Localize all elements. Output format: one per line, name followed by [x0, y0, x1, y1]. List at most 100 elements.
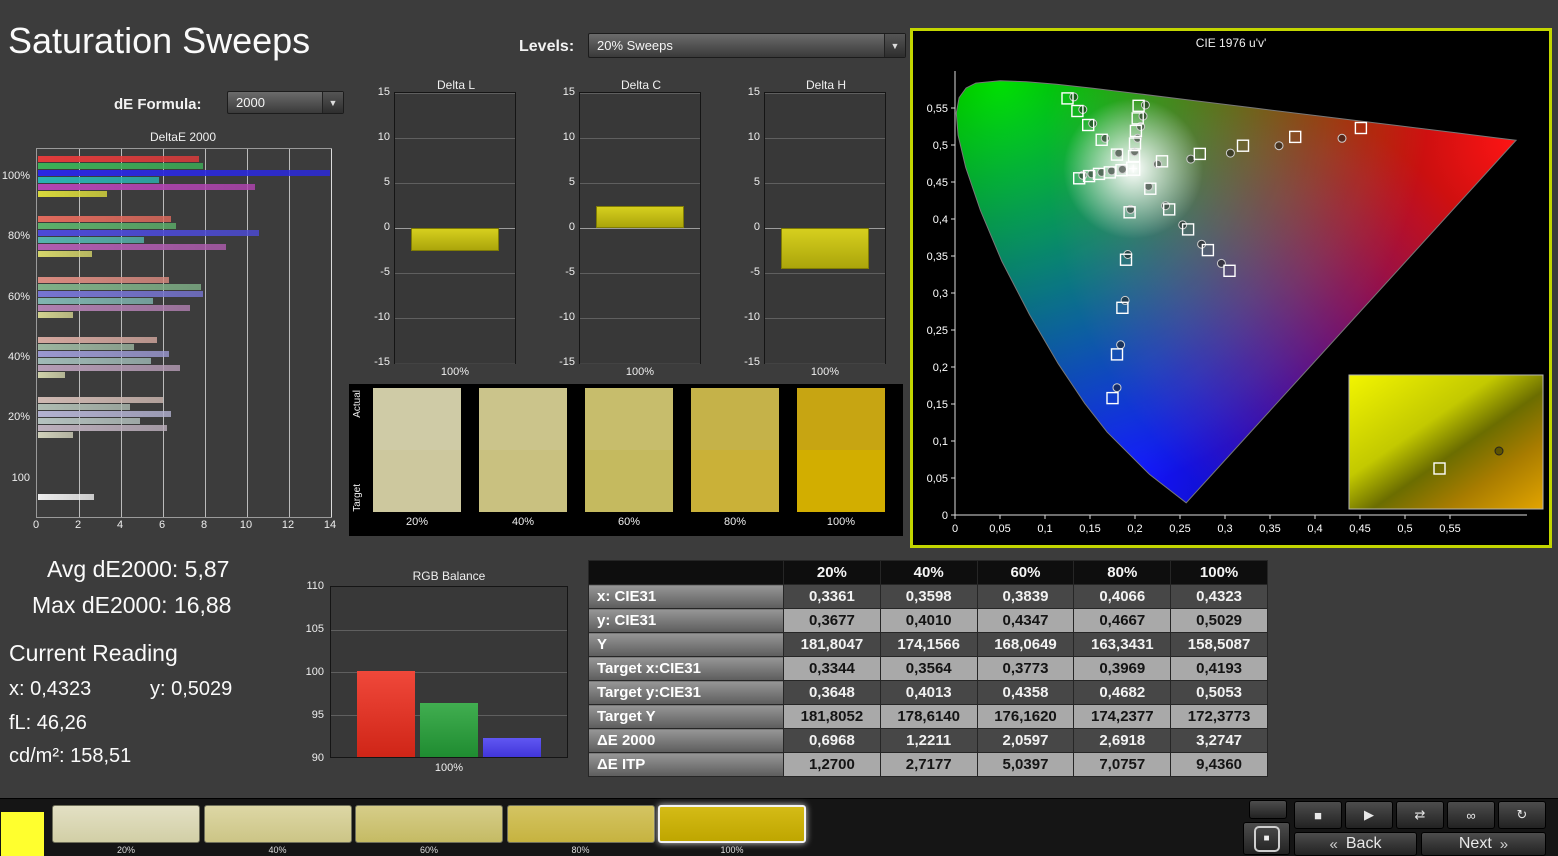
deltae-bar-group: [38, 216, 330, 258]
deltae-bar: [38, 411, 172, 418]
reading-fl: fL: 46,26: [9, 712, 87, 734]
table-cell: 174,2377: [1073, 704, 1172, 729]
saturation-level-button[interactable]: 40%: [203, 805, 352, 855]
deltae-bar: [38, 184, 255, 190]
de-formula-label: dE Formula:: [114, 96, 202, 113]
y-axis-tick-label: 110: [306, 580, 324, 592]
deltae-bar: [38, 283, 201, 290]
saturation-level-button[interactable]: 100%: [658, 805, 806, 855]
table-cell: 168,0649: [976, 632, 1075, 657]
delta-l-chart: Delta L 15 10 5 0 -5 -10 -15 100%: [368, 78, 518, 380]
gridline: [247, 149, 248, 517]
delta-h-plot: [764, 92, 886, 364]
bottom-toolbar: 20% 40% 60% 80% 100% ■ ■ ▶ ⇄ ∞ ↻ « Back Next »: [0, 798, 1558, 856]
target-color-swatch: [797, 450, 885, 512]
gridline: [163, 149, 164, 517]
cie-measured-marker: [1161, 201, 1171, 211]
levels-select[interactable]: 20% Sweeps ▼: [588, 33, 906, 58]
deltae-bar: [38, 364, 180, 371]
green-bar: [420, 702, 478, 757]
deltae-bar: [38, 223, 176, 230]
deltae-plot: [36, 148, 332, 518]
results-table-wrap: 20% 40% 60% 80% 100% x: CIE31 0,3361 0,3598 0,38…: [588, 560, 1268, 777]
table-cell: 176,1620: [976, 704, 1075, 729]
rgb-balance-plot: [330, 586, 568, 758]
y-tick-label: 0,45: [927, 177, 948, 189]
saturation-level-button[interactable]: 60%: [355, 805, 503, 855]
x-tick-label: 0,35: [1259, 523, 1280, 535]
deltae-bar: [38, 276, 170, 283]
y-axis-tick-label: 5: [568, 176, 575, 188]
step-icon[interactable]: ⇄: [1396, 801, 1444, 829]
back-button[interactable]: « Back: [1294, 832, 1417, 856]
column-header: 20%: [783, 560, 881, 585]
gridline: [580, 363, 700, 364]
deltae-chart-title: DeltaE 2000: [149, 130, 217, 144]
x-axis-tick-label: 2: [74, 519, 82, 531]
deltae-bar: [38, 297, 153, 304]
delta-l-ticks: 15 10 5 0 -5 -10 -15: [368, 86, 392, 368]
y-axis-tick-label: -5: [380, 266, 390, 278]
gridline: [580, 273, 700, 274]
button-label: 20%: [116, 845, 135, 855]
stop-measurement-button[interactable]: ■: [1243, 822, 1290, 855]
deltae-bar: [38, 336, 157, 343]
y-tick-label: 0,55: [927, 103, 948, 115]
column-header: [588, 560, 784, 585]
refresh-icon[interactable]: ↻: [1498, 801, 1546, 829]
y-axis-tick-label: -15: [374, 356, 390, 368]
panel-toggle-button[interactable]: [1249, 800, 1287, 819]
deltae-bar: [38, 230, 260, 237]
table-cell: 163,3431: [1073, 632, 1172, 657]
table-cell: 9,4360: [1170, 752, 1268, 777]
y-tick-label: 0,5: [933, 140, 948, 152]
table-cell: 0,5029: [1170, 608, 1268, 633]
table-cell: 1,2700: [783, 752, 881, 777]
table-cell: 1,2211: [879, 728, 978, 753]
saturation-level-button[interactable]: 80%: [506, 805, 655, 855]
x-tick-label: 0,15: [1079, 523, 1100, 535]
y-axis-tick-label: -15: [559, 356, 575, 368]
loop-icon[interactable]: ∞: [1447, 801, 1495, 829]
column-header: 60%: [976, 560, 1075, 585]
saturation-level-button[interactable]: 20%: [52, 805, 200, 855]
delta-c-ticks: 15 10 5 0 -5 -10 -15: [553, 86, 577, 368]
sample-swatch: 60%: [585, 388, 673, 536]
actual-row-label: Actual: [352, 390, 363, 418]
cie-measured-marker: [1112, 383, 1122, 393]
table-cell: 2,0597: [976, 728, 1075, 753]
y-axis-tick-label: -10: [744, 311, 760, 323]
back-label: Back: [1345, 835, 1382, 852]
cie-chart-title: CIE 1976 u'v': [1195, 36, 1267, 50]
deltae-bar: [38, 397, 164, 404]
y-axis-tick-label: 90: [311, 752, 324, 764]
y-axis-tick-label: 10: [747, 131, 760, 143]
next-label: Next: [1458, 835, 1492, 852]
table-cell: 181,8052: [783, 704, 881, 729]
next-button[interactable]: Next »: [1421, 832, 1546, 856]
y-axis-tick-label: -10: [374, 311, 390, 323]
deltae-bar: [38, 163, 203, 169]
table-cell: 0,5053: [1170, 680, 1268, 705]
table-cell: 0,4347: [976, 608, 1075, 633]
x-tick-label: 0,45: [1349, 523, 1370, 535]
table-cell: 0,3839: [976, 584, 1075, 609]
button-swatch: [355, 805, 503, 843]
deltae-bar: [38, 237, 145, 244]
avg-de2000: Avg dE2000: 5,87: [47, 556, 230, 582]
target-color-swatch: [479, 450, 567, 512]
cie-diagram: 0 0,05 0,1 0,15 0,2 0,25 0,3 0,35 0,4 0,45 0,5 0,55…: [927, 71, 1544, 535]
play-icon[interactable]: ▶: [1345, 801, 1393, 829]
deltae-bar: [38, 177, 159, 183]
stop-icon[interactable]: ■: [1294, 801, 1342, 829]
blue-bar: [483, 738, 541, 757]
cie-measured-marker: [1088, 119, 1098, 128]
table-row: Target y:CIE31 0,3648 0,4013 0,4358 0,4682 0,…: [588, 680, 1268, 705]
delta-c-xlabel: 100%: [625, 366, 655, 378]
gridline: [765, 363, 885, 364]
de-formula-select[interactable]: 2000 ▼: [227, 91, 344, 114]
y-axis-tick-label: 95: [311, 709, 324, 721]
swatch-strip-items: 20% 40% 60% 80% 100%: [369, 384, 903, 536]
swatch-strip-axis: Actual Target: [349, 384, 369, 536]
y-tick-label: 0,1: [933, 436, 948, 448]
